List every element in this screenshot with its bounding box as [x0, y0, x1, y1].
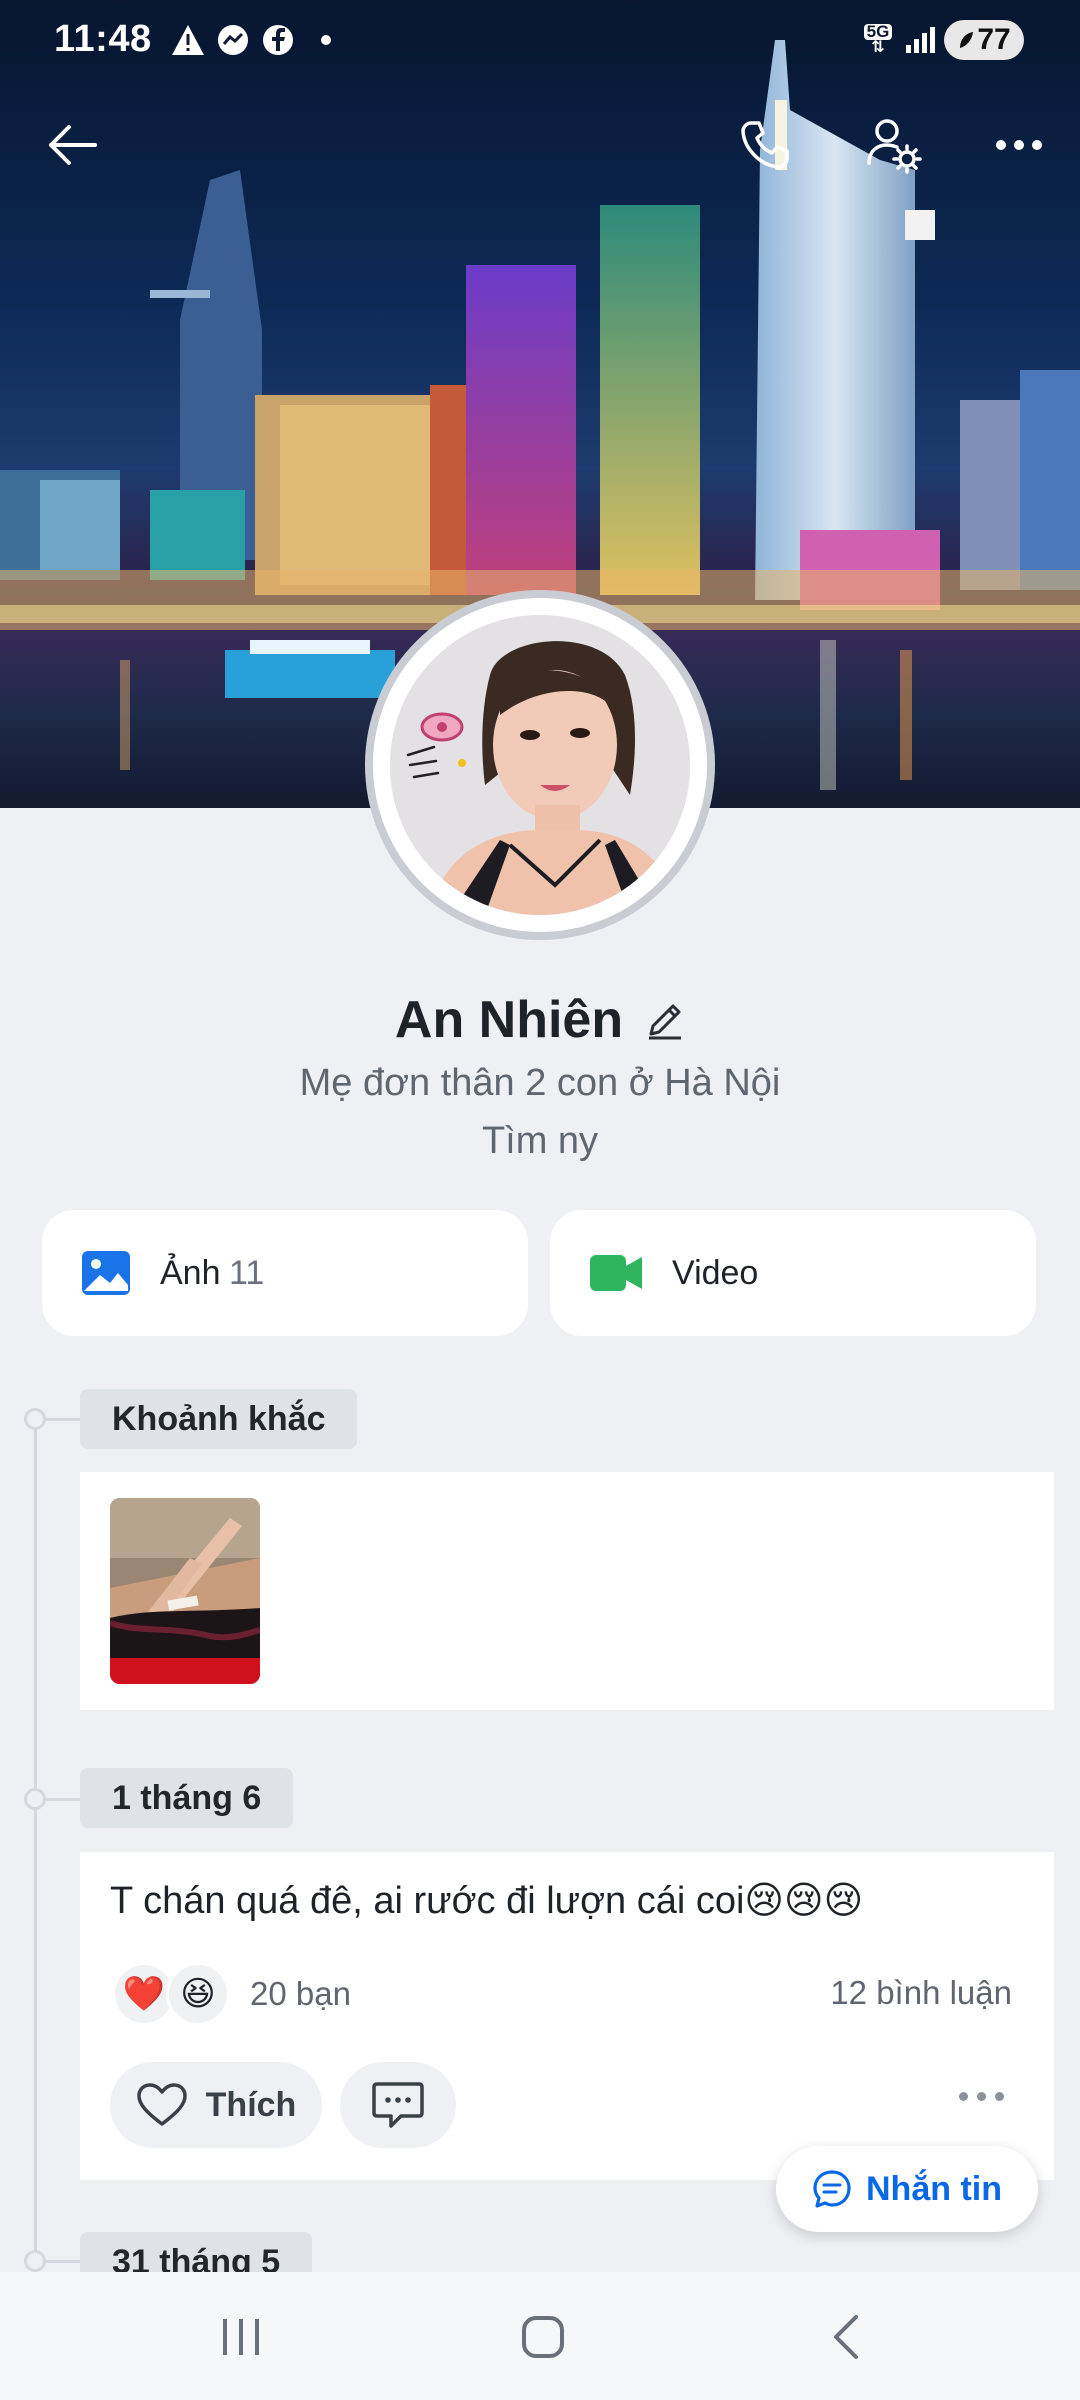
timeline-dot [24, 2250, 46, 2272]
moments-header: Khoảnh khắc [80, 1389, 358, 1449]
profile-name: An Nhiên [394, 991, 624, 1049]
signal-icon [902, 20, 938, 60]
recent-apps-button[interactable] [196, 2302, 286, 2372]
comment-button[interactable] [340, 2062, 456, 2148]
timeline-connector [46, 1798, 80, 1801]
reactions-count: 20 bạn [250, 1975, 351, 2012]
profile-name-row: An Nhiên [0, 985, 1080, 1055]
profile-settings-button[interactable] [858, 110, 928, 180]
dot [959, 2092, 968, 2101]
more-options-button[interactable] [984, 110, 1054, 180]
recent-apps-icon [223, 2319, 259, 2355]
profile-screen: 11:48 5G ⇅ 77 An Nhiên Mẹ đơn thân 2 con… [0, 0, 1080, 2400]
phone-icon [741, 121, 789, 169]
messenger-icon [213, 20, 253, 60]
post-text: T chán quá đê, ai rước đi lượn cái coi😢😢… [110, 1880, 864, 1922]
videos-label: Video [672, 1253, 759, 1292]
comments-count[interactable]: 12 bình luận [830, 1974, 1012, 2012]
photos-card[interactable]: Ảnh 11 [42, 1210, 528, 1336]
reactions-summary[interactable]: ❤️ 😆 20 bạn [112, 1962, 351, 2026]
chat-bubble-icon [813, 2170, 851, 2208]
user-settings-icon [867, 119, 922, 174]
nav-back-button[interactable] [800, 2302, 890, 2372]
avatar[interactable] [365, 590, 715, 940]
timeline-dot [24, 1408, 46, 1430]
back-icon [834, 2315, 858, 2359]
heart-outline-icon [136, 2083, 187, 2126]
avatar-photo [390, 615, 690, 915]
photo-gallery-icon [82, 1251, 130, 1295]
profile-bio-line-1: Mẹ đơn thân 2 con ở Hà Nội [299, 1062, 781, 1104]
comment-icon [372, 2082, 424, 2128]
post-more-button[interactable] [959, 2092, 1004, 2101]
post-date-header: 1 tháng 6 [80, 1768, 294, 1828]
post-card: T chán quá đê, ai rước đi lượn cái coi😢😢… [80, 1852, 1054, 2180]
edit-name-button[interactable] [645, 1000, 685, 1040]
system-navigation-bar [0, 2272, 1080, 2400]
timeline-connector [46, 1418, 80, 1421]
send-message-label: Nhắn tin [866, 2169, 1002, 2208]
profile-bio-line-2: Tìm ny [481, 1120, 599, 1162]
timeline-connector [46, 2260, 80, 2263]
pencil-icon [649, 1004, 682, 1040]
status-bar: 11:48 5G ⇅ 77 [0, 0, 1080, 80]
home-icon [522, 2316, 564, 2358]
moment-thumbnail[interactable] [110, 1498, 260, 1684]
video-camera-icon [590, 1255, 642, 1291]
back-arrow-icon [49, 125, 97, 165]
dot [977, 2092, 986, 2101]
more-horizontal-icon [996, 140, 1042, 150]
photos-label: Ảnh [160, 1253, 221, 1292]
facebook-icon [258, 20, 298, 60]
haha-reaction-icon: 😆 [166, 1962, 230, 2026]
back-button[interactable] [38, 110, 108, 180]
like-button[interactable]: Thích [110, 2062, 322, 2148]
timeline-line [34, 1420, 37, 2260]
status-time: 11:48 [54, 18, 152, 60]
dot-icon [316, 20, 336, 60]
moments-card [80, 1472, 1054, 1710]
home-button[interactable] [498, 2302, 588, 2372]
network-5g-icon: 5G ⇅ [858, 20, 898, 60]
battery-level: 77 [977, 23, 1011, 56]
warning-icon [168, 20, 208, 60]
battery-icon: 77 [944, 20, 1024, 60]
videos-card[interactable]: Video [550, 1210, 1036, 1336]
like-label: Thích [205, 2085, 297, 2124]
call-button[interactable] [730, 110, 800, 180]
timeline-dot [24, 1788, 46, 1810]
dot [995, 2092, 1004, 2101]
send-message-button[interactable]: Nhắn tin [776, 2146, 1038, 2232]
photos-count: 11 [228, 1253, 265, 1292]
network-label: 5G [863, 23, 893, 40]
